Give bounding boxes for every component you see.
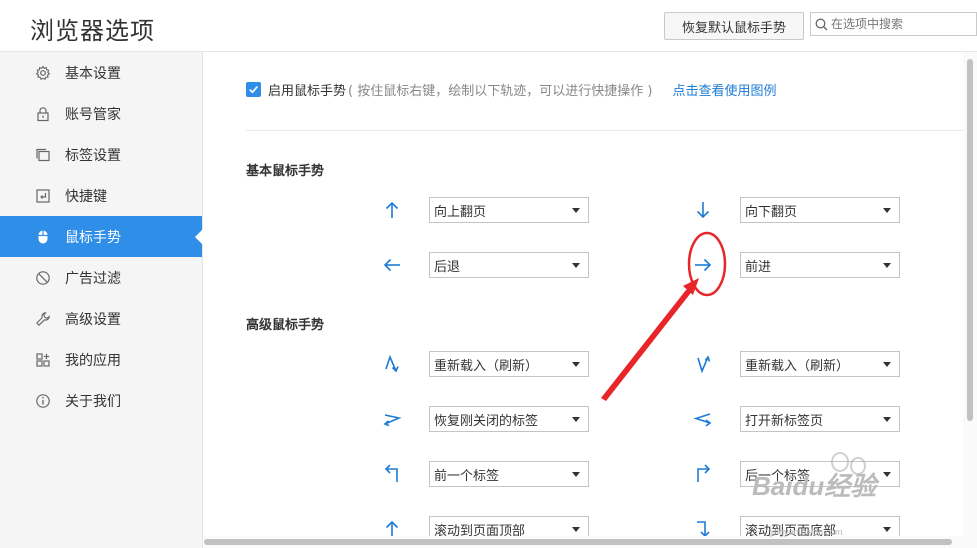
info-icon bbox=[34, 392, 52, 410]
sidebar-item-account-manager[interactable]: 账号管家 bbox=[0, 93, 202, 134]
scrollbar-thumb[interactable] bbox=[204, 539, 952, 545]
gesture-down-up-icon bbox=[691, 352, 715, 376]
advanced-gesture-select-7[interactable]: 滚动到页面顶部 bbox=[429, 516, 589, 536]
advanced-gestures-title: 高级鼠标手势 bbox=[246, 318, 325, 333]
sidebar: 基本设置 账号管家 标签设置 快捷键 鼠标手势 广告过滤 高级设置 我的应用 关… bbox=[0, 52, 203, 548]
header: 浏览器选项 恢复默认鼠标手势 bbox=[0, 0, 977, 52]
search-input[interactable] bbox=[831, 17, 971, 31]
chevron-down-icon bbox=[572, 362, 580, 367]
basic-gesture-select-right[interactable]: 前进 bbox=[740, 252, 900, 278]
mouse-icon bbox=[34, 228, 52, 246]
sidebar-item-shortcuts[interactable]: 快捷键 bbox=[0, 175, 202, 216]
watermark-text: Baidu经验 bbox=[752, 471, 877, 501]
sidebar-item-label: 我的应用 bbox=[65, 352, 121, 369]
enable-gestures-checkbox[interactable] bbox=[246, 82, 261, 97]
sidebar-item-label: 鼠标手势 bbox=[65, 229, 121, 246]
chevron-down-icon bbox=[883, 527, 891, 532]
divider bbox=[246, 130, 963, 131]
tabs-icon bbox=[34, 146, 52, 164]
enable-gestures-label: 启用鼠标手势 bbox=[268, 84, 347, 99]
advanced-gesture-select-4[interactable]: 打开新标签页 bbox=[740, 406, 900, 432]
select-value: 恢复刚关闭的标签 bbox=[434, 413, 539, 429]
basic-gesture-select-up[interactable]: 向上翻页 bbox=[429, 197, 589, 223]
view-examples-link[interactable]: 点击查看使用图例 bbox=[672, 80, 776, 99]
advanced-gesture-select-2[interactable]: 重新载入（刷新） bbox=[740, 351, 900, 377]
sidebar-item-about-us[interactable]: 关于我们 bbox=[0, 380, 202, 421]
chevron-down-icon bbox=[572, 527, 580, 532]
chevron-down-icon bbox=[883, 362, 891, 367]
chevron-down-icon bbox=[883, 208, 891, 213]
vertical-scrollbar[interactable] bbox=[963, 52, 977, 548]
basic-gesture-select-down[interactable]: 向下翻页 bbox=[740, 197, 900, 223]
search-field[interactable] bbox=[810, 12, 977, 36]
chevron-down-icon bbox=[572, 417, 580, 422]
search-icon bbox=[811, 13, 831, 35]
arrow-right-icon bbox=[691, 253, 715, 277]
page-title: 浏览器选项 bbox=[30, 17, 155, 45]
sidebar-item-my-apps[interactable]: 我的应用 bbox=[0, 339, 202, 380]
advanced-gesture-select-5[interactable]: 前一个标签 bbox=[429, 461, 589, 487]
select-value: 前进 bbox=[745, 259, 772, 275]
chevron-down-icon bbox=[883, 417, 891, 422]
sidebar-item-mouse-gestures[interactable]: 鼠标手势 bbox=[0, 216, 203, 257]
select-value: 向上翻页 bbox=[434, 204, 487, 220]
select-value: 打开新标签页 bbox=[745, 413, 824, 429]
arrow-up-icon bbox=[380, 198, 404, 222]
sidebar-item-label: 标签设置 bbox=[65, 147, 121, 164]
select-value: 重新载入（刷新） bbox=[745, 358, 850, 374]
arrow-left-icon bbox=[380, 253, 404, 277]
sidebar-item-ad-filter[interactable]: 广告过滤 bbox=[0, 257, 202, 298]
enable-gestures-row: 启用鼠标手势 ( 按住鼠标右键，绘制以下轨迹，可以进行快捷操作 ) 点击查看使用… bbox=[246, 80, 776, 99]
select-value: 后退 bbox=[434, 259, 461, 275]
keyboard-icon bbox=[34, 187, 52, 205]
sidebar-item-label: 高级设置 bbox=[65, 311, 121, 328]
sidebar-item-basic-settings[interactable]: 基本设置 bbox=[0, 52, 202, 93]
apps-icon bbox=[34, 351, 52, 369]
horizontal-scrollbar[interactable] bbox=[204, 536, 963, 548]
chevron-down-icon bbox=[883, 263, 891, 268]
gesture-right-left-icon bbox=[380, 407, 404, 431]
gear-icon bbox=[34, 64, 52, 82]
select-value: 重新载入（刷新） bbox=[434, 358, 539, 374]
gesture-right-down-icon bbox=[691, 517, 715, 536]
gesture-up-down-icon bbox=[380, 352, 404, 376]
advanced-gesture-select-1[interactable]: 重新载入（刷新） bbox=[429, 351, 589, 377]
gesture-up-left-icon bbox=[380, 462, 404, 486]
sidebar-item-label: 基本设置 bbox=[65, 65, 121, 82]
wrench-icon bbox=[34, 310, 52, 328]
sidebar-item-label: 快捷键 bbox=[65, 188, 107, 205]
chevron-down-icon bbox=[883, 472, 891, 477]
chevron-down-icon bbox=[572, 208, 580, 213]
basic-gestures-title: 基本鼠标手势 bbox=[246, 164, 325, 179]
gesture-up-right-icon bbox=[691, 462, 715, 486]
arrow-down-icon bbox=[691, 198, 715, 222]
select-value: 滚动到页面顶部 bbox=[434, 523, 526, 537]
restore-default-gestures-button[interactable]: 恢复默认鼠标手势 bbox=[664, 12, 804, 40]
sidebar-item-tab-settings[interactable]: 标签设置 bbox=[0, 134, 202, 175]
sidebar-item-label: 账号管家 bbox=[65, 106, 121, 123]
sidebar-item-label: 广告过滤 bbox=[65, 270, 121, 287]
sidebar-item-advanced-settings[interactable]: 高级设置 bbox=[0, 298, 202, 339]
gesture-left-right-icon bbox=[691, 407, 715, 431]
advanced-gesture-select-3[interactable]: 恢复刚关闭的标签 bbox=[429, 406, 589, 432]
select-value: 前一个标签 bbox=[434, 468, 500, 484]
select-value: 向下翻页 bbox=[745, 204, 798, 220]
main-panel: 启用鼠标手势 ( 按住鼠标右键，绘制以下轨迹，可以进行快捷操作 ) 点击查看使用… bbox=[204, 52, 963, 536]
sidebar-item-label: 关于我们 bbox=[65, 393, 121, 410]
chevron-down-icon bbox=[572, 263, 580, 268]
lock-icon bbox=[34, 105, 52, 123]
scrollbar-thumb[interactable] bbox=[967, 59, 973, 421]
watermark-url: jingyan.baidu.com bbox=[770, 527, 843, 537]
chevron-down-icon bbox=[572, 472, 580, 477]
block-icon bbox=[34, 269, 52, 287]
gesture-left-up-icon bbox=[380, 517, 404, 536]
basic-gesture-select-left[interactable]: 后退 bbox=[429, 252, 589, 278]
enable-gestures-hint: ( 按住鼠标右键，绘制以下轨迹，可以进行快捷操作 ) bbox=[348, 84, 653, 99]
